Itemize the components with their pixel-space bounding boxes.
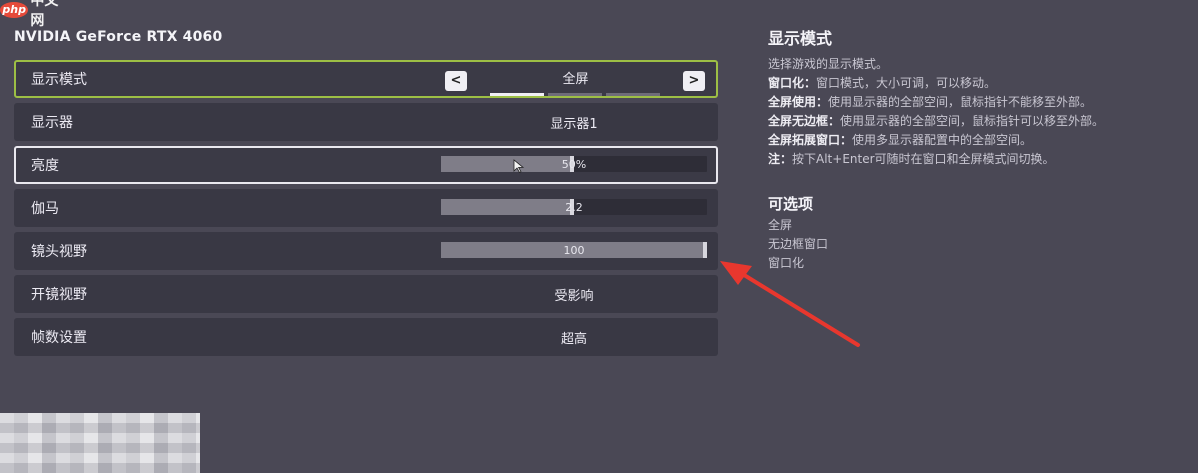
info-line: 注：按下Alt+Enter可随时在窗口和全屏模式间切换。	[768, 150, 1188, 169]
setting-label: 镜头视野	[31, 244, 87, 260]
info-line: 全屏拓展窗口：使用多显示器配置中的全部空间。	[768, 131, 1188, 150]
setting-row-scope-fov[interactable]: 开镜视野 受影响	[14, 275, 718, 313]
setting-value: 超高	[560, 331, 587, 347]
slider-value: 100	[563, 243, 585, 257]
setting-label: 显示器	[31, 115, 73, 131]
gpu-name: NVIDIA GeForce RTX 4060	[14, 29, 223, 45]
settings-list: 显示模式 < 全屏 > 显示器 显示器1 亮度 50% 伽马 2.2 镜头视野 …	[14, 60, 718, 361]
watermark-logo: php	[0, 2, 29, 18]
site-watermark: php 中文网	[0, 0, 70, 29]
option-indicator	[490, 93, 660, 96]
setting-value: 受影响	[554, 288, 594, 304]
setting-label: 开镜视野	[31, 287, 87, 303]
setting-value: 显示器1	[550, 116, 598, 132]
prev-option-button[interactable]: <	[445, 71, 467, 91]
info-line: 全屏使用：使用显示器的全部空间，鼠标指针不能移至外部。	[768, 93, 1188, 112]
slider-value: 50%	[561, 157, 587, 171]
options-title: 可选项	[768, 195, 814, 213]
info-key: 注：	[768, 152, 793, 166]
blurred-region	[0, 413, 200, 473]
setting-row-monitor[interactable]: 显示器 显示器1	[14, 103, 718, 141]
slider-value: 2.2	[565, 200, 583, 214]
setting-value: 全屏	[562, 71, 589, 87]
setting-row-framerate[interactable]: 帧数设置 超高	[14, 318, 718, 356]
info-key: 全屏使用：	[768, 95, 829, 109]
setting-label: 伽马	[31, 201, 59, 217]
brightness-slider[interactable]: 50%	[441, 156, 707, 172]
info-key: 窗口化：	[768, 76, 817, 90]
info-line: 窗口化：窗口模式，大小可调，可以移动。	[768, 74, 1188, 93]
info-key: 全屏拓展窗口：	[768, 133, 853, 147]
option-indicator-segment	[490, 93, 544, 96]
setting-row-gamma[interactable]: 伽马 2.2	[14, 189, 718, 227]
setting-row-brightness[interactable]: 亮度 50%	[14, 146, 718, 184]
setting-row-display-mode[interactable]: 显示模式 < 全屏 >	[14, 60, 718, 98]
info-text: 使用显示器的全部空间，鼠标指针可以移至外部。	[840, 114, 1105, 128]
info-text: 按下Alt+Enter可随时在窗口和全屏模式间切换。	[792, 152, 1055, 166]
option-item: 无边框窗口	[768, 237, 829, 251]
watermark-text: 中文网	[30, 0, 59, 29]
setting-info-panel: 显示模式 选择游戏的显示模式。 窗口化：窗口模式，大小可调，可以移动。 全屏使用…	[768, 25, 1188, 273]
setting-label: 帧数设置	[31, 330, 87, 346]
info-text: 使用显示器的全部空间，鼠标指针不能移至外部。	[828, 95, 1093, 109]
annotation-arrow-icon	[720, 261, 860, 347]
mouse-cursor-icon	[513, 159, 525, 173]
next-option-button[interactable]: >	[683, 71, 705, 91]
info-text: 窗口模式，大小可调，可以移动。	[816, 76, 997, 90]
info-key: 全屏无边框：	[768, 114, 841, 128]
info-intro: 选择游戏的显示模式。	[768, 57, 889, 71]
gamma-slider[interactable]: 2.2	[441, 199, 707, 215]
info-line: 全屏无边框：使用显示器的全部空间，鼠标指针可以移至外部。	[768, 112, 1188, 131]
option-indicator-segment	[548, 93, 602, 96]
setting-row-fov[interactable]: 镜头视野 100	[14, 232, 718, 270]
setting-label: 显示模式	[31, 72, 87, 88]
option-item: 全屏	[768, 218, 793, 232]
setting-label: 亮度	[31, 158, 59, 174]
fov-slider[interactable]: 100	[441, 242, 707, 258]
info-title: 显示模式	[768, 29, 833, 48]
info-text: 使用多显示器配置中的全部空间。	[852, 133, 1033, 147]
option-indicator-segment	[606, 93, 660, 96]
